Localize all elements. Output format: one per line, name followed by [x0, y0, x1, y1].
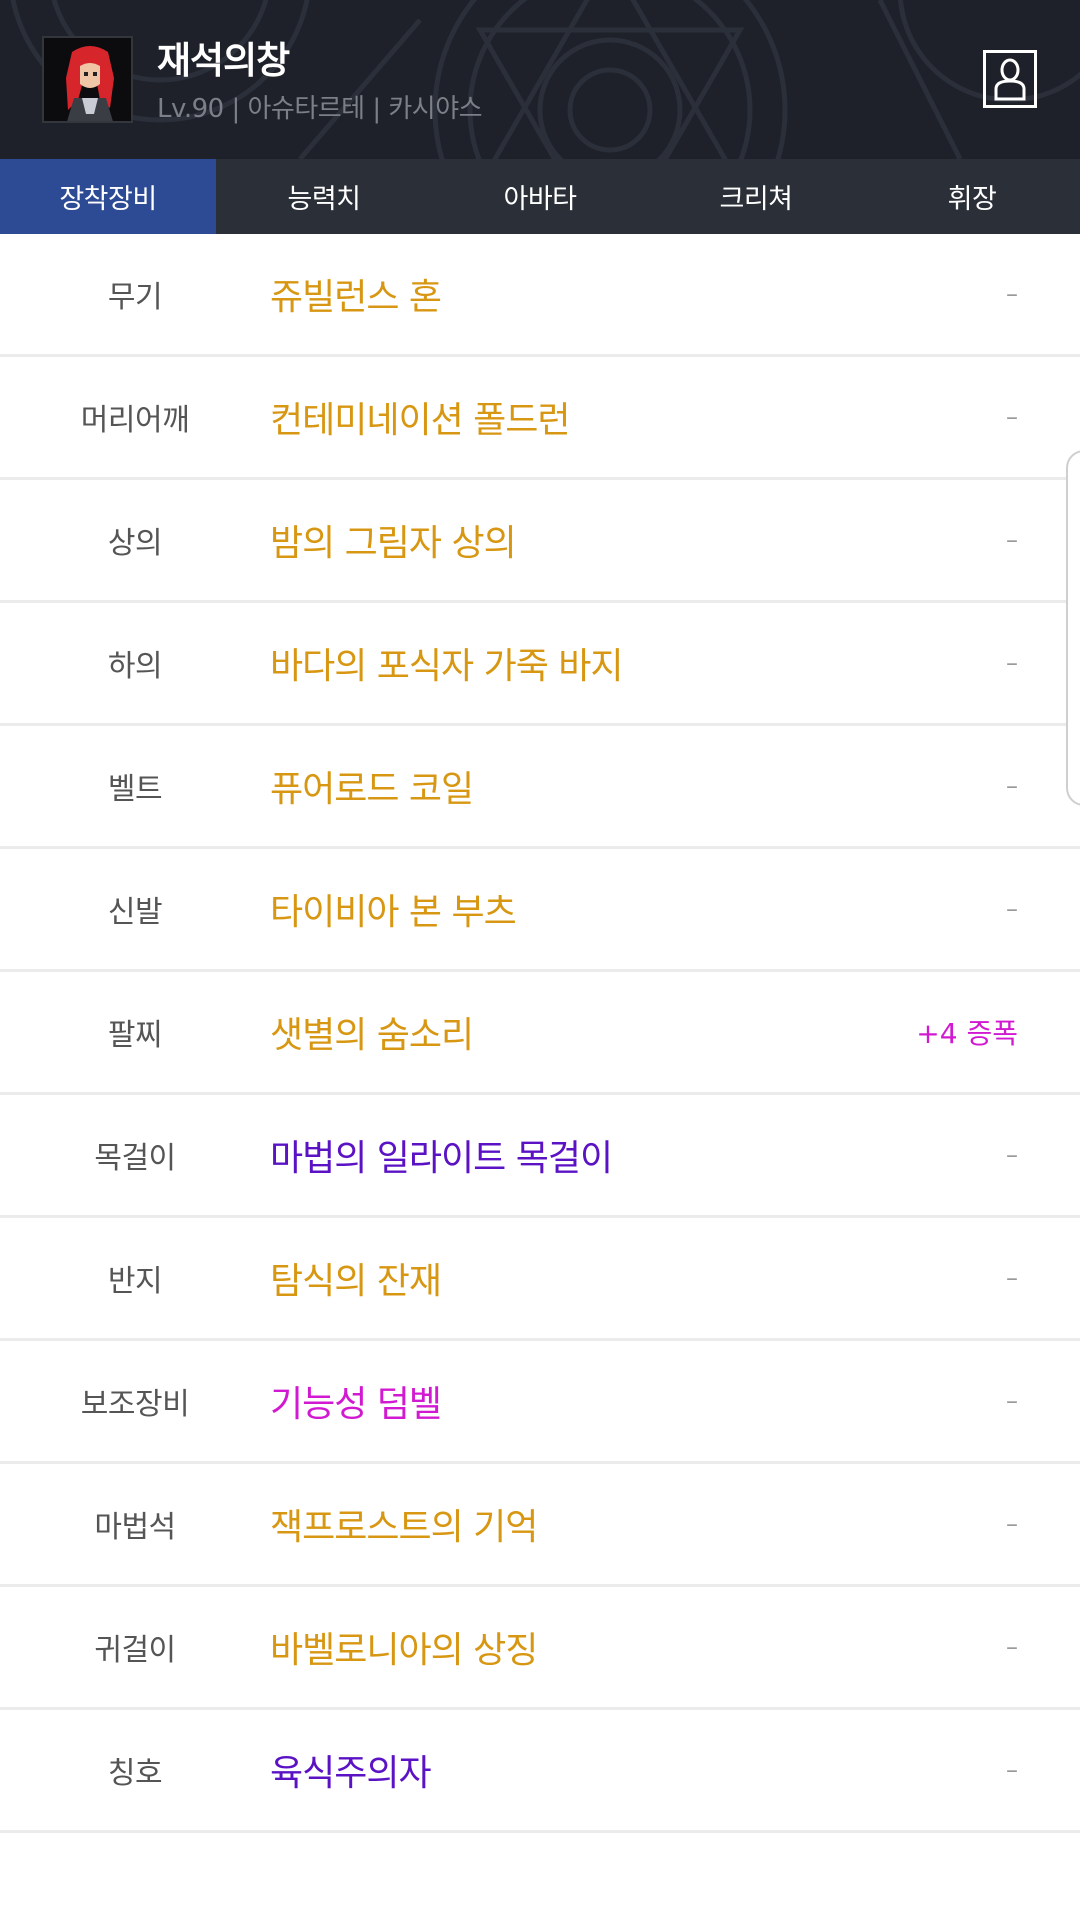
equipment-slot-label: 벨트	[107, 772, 163, 807]
equipment-item-name[interactable]: 바다의 포식자 가죽 바지	[270, 603, 624, 723]
tab-avatar[interactable]: 아바타	[432, 159, 648, 234]
equipment-extra-value: –	[1006, 526, 1018, 554]
equipment-extra-value: –	[1006, 1264, 1018, 1292]
equipment-slot-label: 마법석	[94, 1510, 176, 1545]
character-info: Lv.90 | 아슈타르테 | 카시야스	[157, 94, 483, 124]
character-portrait-icon	[44, 38, 131, 121]
equipment-row[interactable]: 머리어깨 컨테미네이션 폴드런 –	[0, 357, 1080, 480]
equipment-slot-label: 목걸이	[94, 1141, 176, 1176]
equipment-row[interactable]: 목걸이 마법의 일라이트 목걸이 –	[0, 1095, 1080, 1218]
equipment-row[interactable]: 상의 밤의 그림자 상의 –	[0, 480, 1080, 603]
equipment-extra-value: –	[1006, 280, 1018, 308]
equipment-item-name[interactable]: 샛별의 숨소리	[270, 972, 474, 1092]
equipment-slot-label: 보조장비	[80, 1387, 190, 1422]
character-avatar[interactable]	[42, 36, 133, 123]
equipment-row[interactable]: 반지 탐식의 잔재 –	[0, 1218, 1080, 1341]
equipment-slot-label: 반지	[107, 1264, 163, 1299]
equipment-item-name[interactable]: 바벨로니아의 상징	[270, 1587, 538, 1707]
equipment-item-name[interactable]: 컨테미네이션 폴드런	[270, 357, 571, 477]
equipment-extra-value: –	[1006, 772, 1018, 800]
tab-equipment[interactable]: 장착장비	[0, 159, 216, 234]
tab-creature[interactable]: 크리쳐	[648, 159, 864, 234]
equipment-extra-value: –	[1006, 1756, 1018, 1784]
equipment-item-name[interactable]: 퓨어로드 코일	[270, 726, 474, 846]
profile-button[interactable]	[983, 50, 1037, 108]
equipment-slot-label: 하의	[107, 649, 163, 684]
equipment-extra-value: –	[1006, 1510, 1018, 1538]
equipment-slot-label: 팔찌	[107, 1018, 163, 1053]
equipment-item-name[interactable]: 잭프로스트의 기억	[270, 1464, 538, 1584]
character-name: 재석의창	[157, 39, 290, 82]
character-header: 재석의창 Lv.90 | 아슈타르테 | 카시야스	[0, 0, 1080, 159]
equipment-extra-value: –	[1006, 649, 1018, 677]
equipment-extra-value: –	[1006, 895, 1018, 923]
equipment-extra-value: –	[1006, 1141, 1018, 1169]
equipment-row[interactable]: 신발 타이비아 본 부츠 –	[0, 849, 1080, 972]
equipment-row[interactable]: 귀걸이 바벨로니아의 상징 –	[0, 1587, 1080, 1710]
equipment-slot-label: 상의	[107, 526, 163, 561]
equipment-list: 무기 쥬빌런스 혼 – 머리어깨 컨테미네이션 폴드런 – 상의 밤의 그림자 상의 – 하의 바다…	[0, 234, 1080, 1833]
equipment-extra-value: –	[1006, 403, 1018, 431]
equipment-item-name[interactable]: 육식주의자	[270, 1710, 432, 1830]
equipment-extra-value: +4 증폭	[916, 1017, 1018, 1050]
equipment-row[interactable]: 마법석 잭프로스트의 기억 –	[0, 1464, 1080, 1587]
equipment-row[interactable]: 칭호 육식주의자 –	[0, 1710, 1080, 1833]
equipment-row[interactable]: 보조장비 기능성 덤벨 –	[0, 1341, 1080, 1464]
tab-emblem[interactable]: 휘장	[864, 159, 1080, 234]
tab-stats[interactable]: 능력치	[216, 159, 432, 234]
equipment-item-name[interactable]: 마법의 일라이트 목걸이	[270, 1095, 613, 1215]
equipment-slot-label: 머리어깨	[80, 403, 190, 438]
equipment-extra-value: –	[1006, 1633, 1018, 1661]
scroll-handle[interactable]	[1066, 450, 1080, 806]
tab-bar: 장착장비 능력치 아바타 크리쳐 휘장	[0, 159, 1080, 234]
equipment-extra-value: –	[1006, 1387, 1018, 1415]
equipment-item-name[interactable]: 탐식의 잔재	[270, 1218, 442, 1338]
equipment-item-name[interactable]: 쥬빌런스 혼	[270, 234, 442, 354]
equipment-slot-label: 귀걸이	[94, 1633, 176, 1668]
equipment-row[interactable]: 무기 쥬빌런스 혼 –	[0, 234, 1080, 357]
person-icon	[994, 58, 1026, 101]
equipment-row[interactable]: 하의 바다의 포식자 가죽 바지 –	[0, 603, 1080, 726]
equipment-item-name[interactable]: 타이비아 본 부츠	[270, 849, 517, 969]
equipment-row[interactable]: 벨트 퓨어로드 코일 –	[0, 726, 1080, 849]
equipment-slot-label: 칭호	[107, 1756, 163, 1791]
equipment-slot-label: 신발	[107, 895, 163, 930]
equipment-item-name[interactable]: 밤의 그림자 상의	[270, 480, 517, 600]
equipment-item-name[interactable]: 기능성 덤벨	[270, 1341, 442, 1461]
equipment-slot-label: 무기	[107, 280, 163, 315]
equipment-row[interactable]: 팔찌 샛별의 숨소리 +4 증폭	[0, 972, 1080, 1095]
